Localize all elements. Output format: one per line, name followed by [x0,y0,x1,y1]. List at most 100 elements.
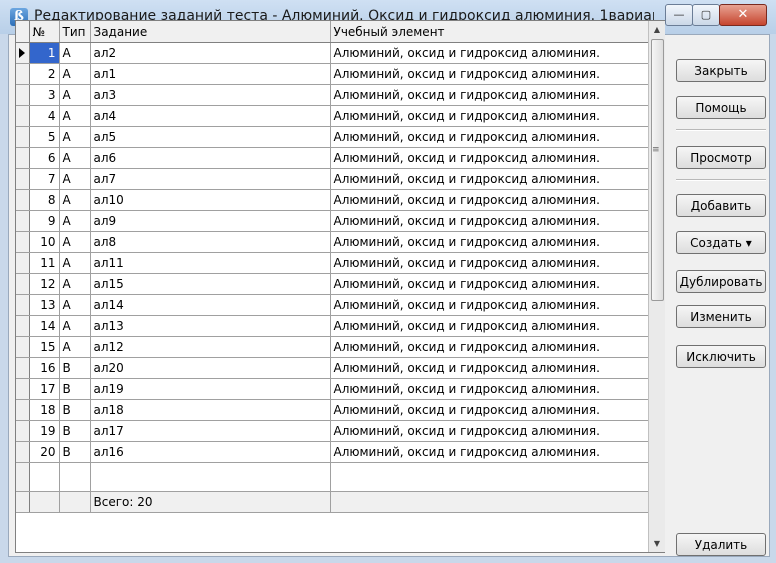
cell-number[interactable]: 19 [29,420,60,442]
column-header-element[interactable]: Учебный элемент [330,21,649,43]
cell-task[interactable]: ал15 [90,273,331,295]
row-indicator[interactable] [16,210,30,232]
column-header-task[interactable]: Задание [90,21,331,43]
cell-task[interactable]: ал11 [90,252,331,274]
close-window-button[interactable]: ✕ [719,4,767,26]
cell-type[interactable]: B [59,357,91,379]
row-indicator[interactable] [16,126,30,148]
cell-task[interactable]: ал9 [90,210,331,232]
cell-element[interactable]: Алюминий, оксид и гидроксид алюминия. [330,126,649,148]
cell-number[interactable]: 18 [29,399,60,421]
table-row[interactable]: 1 Aал2 Алюминий, оксид и гидроксид алюмини… [16,42,649,64]
cell-element[interactable]: Алюминий, оксид и гидроксид алюминия. [330,420,649,442]
column-header-type[interactable]: Тип [59,21,91,43]
table-row[interactable]: 18 Bал18 Алюминий, оксид и гидроксид алюми… [16,399,649,421]
cell-task[interactable]: ал8 [90,231,331,253]
add-button[interactable]: Добавить [676,194,766,217]
cell-type[interactable]: B [59,420,91,442]
cell-task[interactable]: ал7 [90,168,331,190]
table-row[interactable]: 17 Bал19 Алюминий, оксид и гидроксид алюми… [16,378,649,400]
close-button[interactable]: Закрыть [676,59,766,82]
row-indicator[interactable] [16,357,30,379]
cell-task[interactable]: ал13 [90,315,331,337]
empty-row[interactable] [16,462,649,492]
table-row[interactable]: 5 Aал5 Алюминий, оксид и гидроксид алюмини… [16,126,649,148]
cell-number[interactable]: 2 [29,63,60,85]
row-indicator[interactable] [16,105,30,127]
cell-number[interactable]: 15 [29,336,60,358]
table-row[interactable]: 20 Bал16 Алюминий, оксид и гидроксид алюми… [16,441,649,463]
row-indicator[interactable] [16,441,30,463]
cell-task[interactable]: ал5 [90,126,331,148]
table-row[interactable]: 12 Aал15 Алюминий, оксид и гидроксид алюми… [16,273,649,295]
cell-task[interactable]: ал10 [90,189,331,211]
cell-task[interactable]: ал19 [90,378,331,400]
cell-type[interactable]: A [59,126,91,148]
row-indicator[interactable] [16,42,30,64]
table-row[interactable]: 16 Bал20 Алюминий, оксид и гидроксид алюми… [16,357,649,379]
table-row[interactable]: 6 Aал6 Алюминий, оксид и гидроксид алюмини… [16,147,649,169]
row-indicator[interactable] [16,420,30,442]
cell-type[interactable]: A [59,336,91,358]
empty-cell[interactable] [59,462,91,492]
row-indicator[interactable] [16,231,30,253]
cell-element[interactable]: Алюминий, оксид и гидроксид алюминия. [330,399,649,421]
cell-element[interactable]: Алюминий, оксид и гидроксид алюминия. [330,378,649,400]
cell-element[interactable]: Алюминий, оксид и гидроксид алюминия. [330,63,649,85]
row-indicator[interactable] [16,273,30,295]
scroll-thumb[interactable] [651,39,664,301]
row-indicator[interactable] [16,84,30,106]
cell-task[interactable]: ал16 [90,441,331,463]
cell-type[interactable]: A [59,210,91,232]
scroll-up-icon[interactable]: ▲ [649,21,665,38]
cell-element[interactable]: Алюминий, оксид и гидроксид алюминия. [330,42,649,64]
cell-task[interactable]: ал18 [90,399,331,421]
table-row[interactable]: 4 Aал4 Алюминий, оксид и гидроксид алюмини… [16,105,649,127]
table-row[interactable]: 2 Aал1 Алюминий, оксид и гидроксид алюмини… [16,63,649,85]
cell-element[interactable]: Алюминий, оксид и гидроксид алюминия. [330,294,649,316]
row-indicator[interactable] [16,336,30,358]
delete-button[interactable]: Удалить [676,533,766,556]
cell-type[interactable]: A [59,168,91,190]
table-row[interactable]: 14 Aал13 Алюминий, оксид и гидроксид алюми… [16,315,649,337]
cell-task[interactable]: ал17 [90,420,331,442]
cell-element[interactable]: Алюминий, оксид и гидроксид алюминия. [330,84,649,106]
table-row[interactable]: 19 Bал17 Алюминий, оксид и гидроксид алюми… [16,420,649,442]
scroll-down-icon[interactable]: ▼ [649,535,665,552]
cell-number[interactable]: 9 [29,210,60,232]
cell-type[interactable]: A [59,189,91,211]
cell-element[interactable]: Алюминий, оксид и гидроксид алюминия. [330,357,649,379]
table-row[interactable]: 3 Aал3 Алюминий, оксид и гидроксид алюмини… [16,84,649,106]
cell-element[interactable]: Алюминий, оксид и гидроксид алюминия. [330,210,649,232]
cell-task[interactable]: ал14 [90,294,331,316]
table-row[interactable]: 9 Aал9 Алюминий, оксид и гидроксид алюмини… [16,210,649,232]
minimize-button[interactable]: — [665,4,693,26]
cell-number[interactable]: 1 [29,42,60,64]
cell-task[interactable]: ал20 [90,357,331,379]
cell-task[interactable]: ал12 [90,336,331,358]
table-row[interactable]: 11 Aал11 Алюминий, оксид и гидроксид алюми… [16,252,649,274]
cell-element[interactable]: Алюминий, оксид и гидроксид алюминия. [330,147,649,169]
vertical-scrollbar[interactable]: ▲ ≡ ▼ [648,21,665,552]
cell-element[interactable]: Алюминий, оксид и гидроксид алюминия. [330,231,649,253]
table-row[interactable]: 7 Aал7 Алюминий, оксид и гидроксид алюмини… [16,168,649,190]
cell-task[interactable]: ал4 [90,105,331,127]
cell-element[interactable]: Алюминий, оксид и гидроксид алюминия. [330,315,649,337]
row-indicator[interactable] [16,147,30,169]
cell-task[interactable]: ал6 [90,147,331,169]
cell-type[interactable]: B [59,441,91,463]
maximize-button[interactable]: ▢ [692,4,720,26]
cell-task[interactable]: ал2 [90,42,331,64]
create-dropdown-button[interactable]: Создать ▾ [676,231,766,254]
empty-cell[interactable] [330,462,649,492]
cell-number[interactable]: 12 [29,273,60,295]
cell-number[interactable]: 6 [29,147,60,169]
empty-cell[interactable] [16,462,30,492]
cell-element[interactable]: Алюминий, оксид и гидроксид алюминия. [330,273,649,295]
cell-type[interactable]: A [59,294,91,316]
table-row[interactable]: 13 Aал14 Алюминий, оксид и гидроксид алюми… [16,294,649,316]
cell-element[interactable]: Алюминий, оксид и гидроксид алюминия. [330,189,649,211]
row-indicator[interactable] [16,378,30,400]
cell-number[interactable]: 11 [29,252,60,274]
table-row[interactable]: 8 Aал10 Алюминий, оксид и гидроксид алюмин… [16,189,649,211]
